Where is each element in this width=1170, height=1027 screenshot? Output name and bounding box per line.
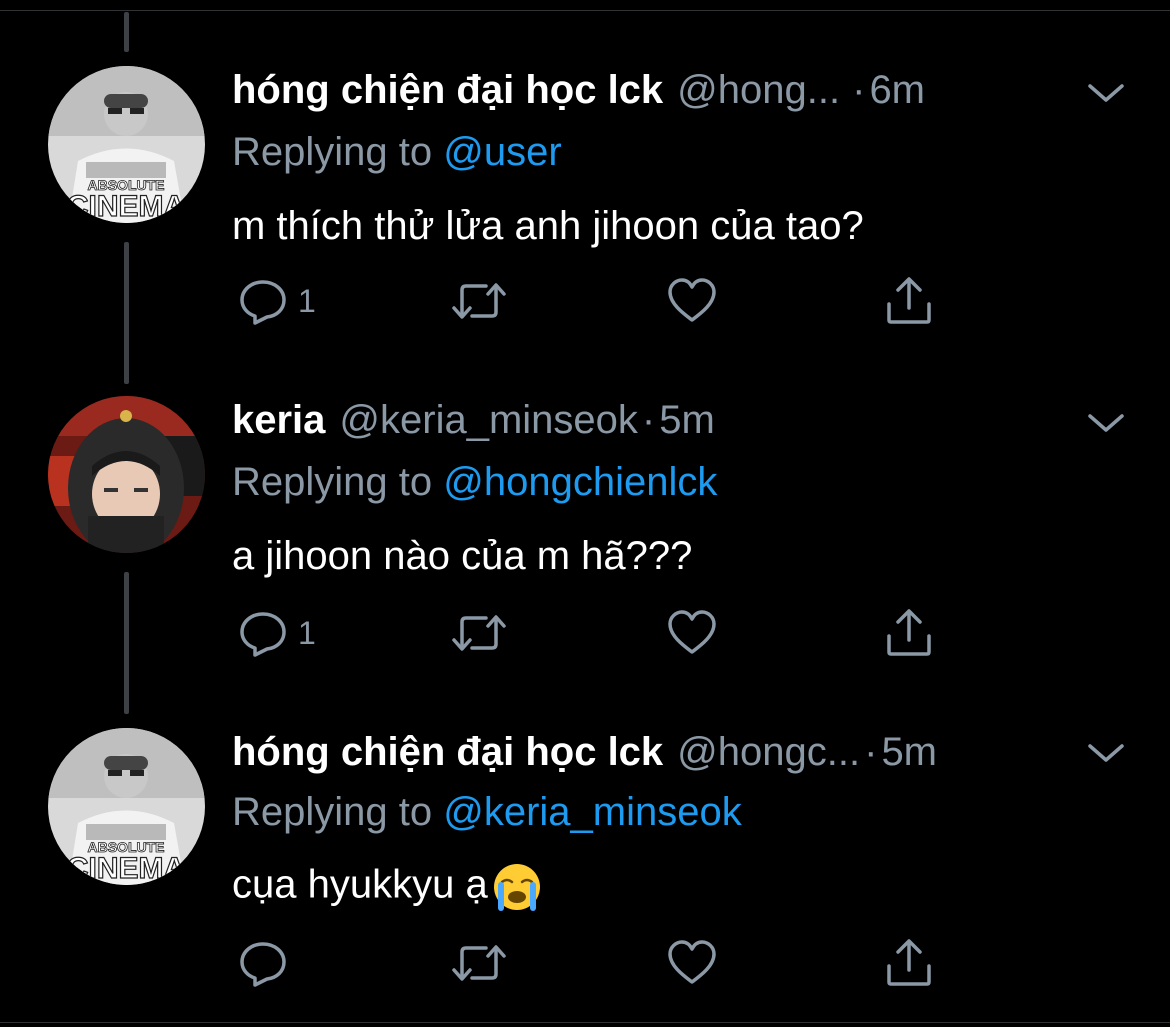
avatar-image: ABSOLUTE CINEMA [48,728,205,885]
like-button[interactable] [666,608,718,658]
timestamp[interactable]: 5m [881,730,937,775]
share-icon [887,939,931,986]
svg-text:CINEMA: CINEMA [67,190,185,223]
heart-icon [668,278,716,322]
top-divider [0,10,1170,11]
like-button[interactable] [666,276,718,326]
thread-line [124,12,129,52]
reply-count: 1 [298,614,316,651]
replying-to: Replying to @user [232,130,562,175]
replying-to-label: Replying to [232,790,444,834]
tweet-header: hóng chiện đại học lck @hong... · 6m [232,68,925,118]
replying-to-mention[interactable]: @keria_minseok [443,790,742,834]
chevron-down-icon[interactable] [1084,78,1128,108]
retweet-button[interactable] [450,938,508,988]
tweet-text: a jihoon nào của m hã??? [232,534,693,578]
separator-dot: · [852,68,866,112]
replying-to-mention[interactable]: @user [443,130,561,174]
tweet-header: hóng chiện đại học lck @hongc... · 5m [232,730,937,780]
timestamp[interactable]: 5m [659,398,715,443]
tweet-actions: 1 [238,608,958,668]
reply-button[interactable]: 1 [238,276,316,326]
replying-to-label: Replying to [232,130,444,174]
user-handle[interactable]: @hongc... [677,730,860,775]
replying-to-label: Replying to [232,460,444,504]
share-icon [887,277,931,324]
chevron-down-icon[interactable] [1084,738,1128,768]
heart-icon [668,610,716,654]
thread-line [124,572,129,714]
avatar[interactable] [48,396,205,553]
like-button[interactable] [666,938,718,988]
reply-icon [240,612,286,657]
avatar[interactable]: ABSOLUTE CINEMA [48,66,205,223]
display-name[interactable]: keria [232,398,325,443]
replying-to-mention[interactable]: @hongchienlck [443,460,717,504]
separator-dot: · [864,730,878,774]
display-name[interactable]: hóng chiện đại học lck [232,68,663,113]
retweet-icon [452,615,506,651]
display-name[interactable]: hóng chiện đại học lck [232,730,663,775]
timestamp[interactable]: 6m [869,68,925,113]
share-button[interactable] [884,608,934,658]
reply-icon [240,942,286,987]
retweet-icon [452,945,506,981]
reply-count: 1 [298,282,316,319]
retweet-icon [452,283,506,319]
reply-button[interactable]: 1 [238,608,316,658]
retweet-button[interactable] [450,276,508,326]
tweet-actions [238,938,958,998]
bottom-divider [0,1022,1170,1023]
share-button[interactable] [884,938,934,988]
replying-to: Replying to @keria_minseok [232,790,742,835]
avatar[interactable]: ABSOLUTE CINEMA [48,728,205,885]
avatar-image: ABSOLUTE CINEMA [48,66,205,223]
reply-button[interactable] [238,938,298,988]
separator-dot: · [641,398,656,442]
tweet-text: m thích thử lửa anh jihoon của tao? [232,204,864,248]
user-handle[interactable]: @keria_minseok [339,398,638,443]
avatar-image [48,396,205,553]
tweet-actions: 1 [238,276,958,336]
svg-text:CINEMA: CINEMA [67,852,185,885]
tweet-text-content: cụa hyukkyu ạ [232,862,488,907]
retweet-button[interactable] [450,608,508,658]
chevron-down-icon[interactable] [1084,408,1128,438]
loudly-crying-face-icon [493,864,540,911]
user-handle[interactable]: @hong... [677,68,840,113]
reply-icon [240,280,286,325]
replying-to: Replying to @hongchienlck [232,460,717,505]
heart-icon [668,940,716,984]
thread-line [124,242,129,384]
tweet-text: cụa hyukkyu ạ [232,862,542,912]
share-button[interactable] [884,276,934,326]
share-icon [887,609,931,656]
tweet-header: keria @keria_minseok · 5m [232,398,715,448]
